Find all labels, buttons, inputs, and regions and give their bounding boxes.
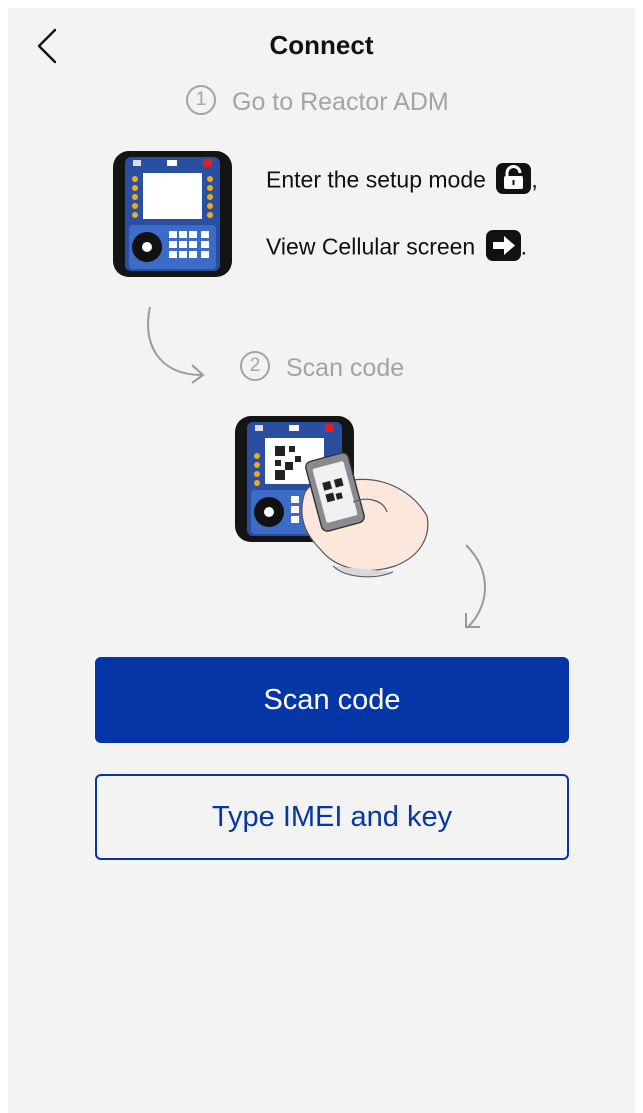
type-imei-key-button[interactable]: Type IMEI and key — [95, 774, 569, 860]
curved-arrow-2-icon — [465, 544, 486, 628]
connect-screen: Connect 1 Go to Reactor ADM Enter the se… — [8, 8, 635, 1113]
page-title: Connect — [269, 30, 374, 60]
instruction-setup-mode-text: Enter the setup mode — [266, 166, 486, 193]
step-2-heading: 2 Scan code — [240, 351, 405, 384]
instruction-cellular-screen-text: View Cellular screen — [266, 233, 476, 260]
scan-code-button[interactable]: Scan code — [95, 657, 569, 743]
instruction-setup-mode-suffix: , — [531, 166, 538, 193]
step-1-number: 1 — [186, 85, 216, 116]
unlock-icon — [496, 163, 532, 194]
step-1-label: Go to Reactor ADM — [232, 88, 449, 116]
scan-code-illustration — [235, 416, 429, 578]
instruction-cellular-screen-suffix: . — [520, 233, 528, 260]
reactor-adm-illustration — [113, 151, 232, 277]
arrow-right-icon — [485, 230, 521, 261]
curved-arrow-1-icon — [147, 306, 205, 384]
step-1-heading: 1 Go to Reactor ADM — [186, 85, 449, 118]
instruction-cellular-screen: View Cellular screen . — [266, 230, 528, 264]
step-2-label: Scan code — [286, 354, 405, 382]
step-2-number: 2 — [240, 351, 270, 382]
instruction-setup-mode: Enter the setup mode , — [266, 163, 538, 197]
